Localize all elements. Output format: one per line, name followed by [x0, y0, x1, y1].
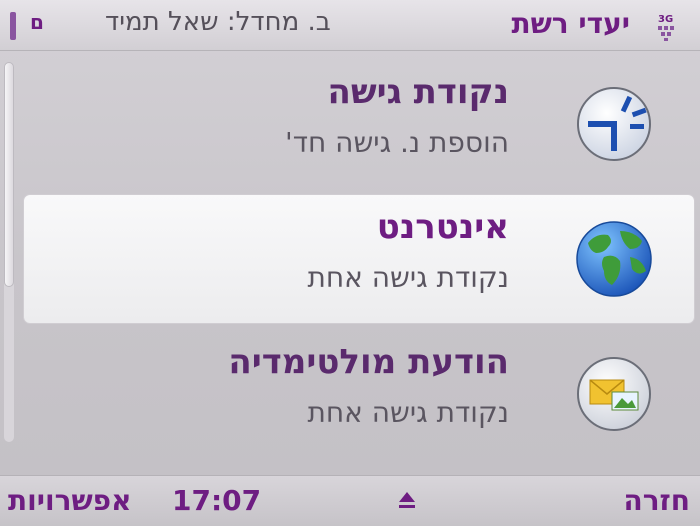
network-signal-icon: 3G [658, 14, 674, 41]
scrollbar[interactable] [4, 62, 14, 442]
phone-screen: 3G יעדי רשת ב. מחדל: שאל תמיד ם נקודת גי… [0, 0, 700, 526]
list-item-title: אינטרנט [376, 207, 509, 247]
mms-envelope-icon [577, 357, 651, 431]
list-item-title: נקודת גישה [327, 72, 509, 112]
page-title: יעדי רשת [511, 7, 630, 40]
list-item-internet[interactable]: אינטרנט נקודת גישה אחת [24, 195, 694, 323]
list-item-title: הודעת מולטימדיה [228, 342, 509, 382]
globe-icon [576, 221, 652, 297]
access-point-icon [577, 87, 651, 161]
battery-label: ם [30, 10, 44, 34]
back-softkey[interactable]: חזרה [623, 484, 690, 517]
list-item-subtitle: הוספת נ. גישה חד' [285, 126, 509, 159]
softkey-bar: אפשרויות 17:07 חזרה [0, 475, 700, 526]
list-item-subtitle: נקודת גישה אחת [307, 261, 509, 294]
list-item-access-point[interactable]: נקודת גישה הוספת נ. גישה חד' [24, 60, 694, 188]
title-bar: 3G יעדי רשת ב. מחדל: שאל תמיד ם [0, 0, 700, 51]
battery-indicator: ם [10, 10, 50, 40]
options-softkey[interactable]: אפשרויות [8, 484, 131, 517]
svg-text:3G: 3G [658, 14, 673, 25]
list-item-mms[interactable]: הודעת מולטימדיה נקודת גישה אחת [24, 330, 694, 458]
default-setting-label: ב. מחדל: שאל תמיד [105, 7, 331, 37]
scrollbar-thumb[interactable] [4, 62, 14, 287]
battery-icon [10, 12, 16, 40]
list-item-subtitle: נקודת גישה אחת [307, 396, 509, 429]
clock: 17:07 [172, 484, 262, 517]
eject-icon [399, 492, 415, 508]
